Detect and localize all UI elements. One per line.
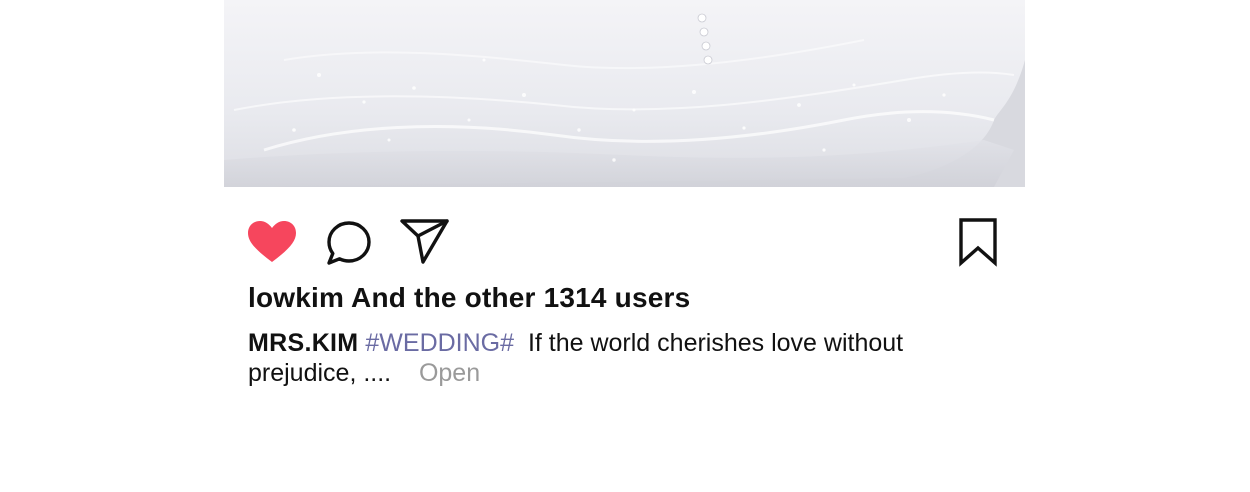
likes-summary[interactable]: lowkim And the other 1314 users bbox=[248, 282, 690, 314]
post-caption: MRS.KIM #WEDDING# If the world cherishes… bbox=[248, 328, 948, 388]
open-caption-link[interactable]: Open bbox=[419, 359, 480, 387]
wedding-dress-image bbox=[224, 0, 1025, 187]
post-card: lowkim And the other 1314 users MRS.KIM … bbox=[0, 0, 1250, 492]
comment-bubble-icon[interactable] bbox=[325, 219, 373, 269]
heart-icon[interactable] bbox=[246, 220, 298, 264]
post-photo[interactable] bbox=[224, 0, 1025, 187]
paper-plane-icon[interactable] bbox=[399, 217, 451, 265]
post-actions-bar bbox=[0, 214, 1250, 268]
caption-author[interactable]: MRS.KIM bbox=[248, 329, 358, 357]
caption-text-line2: prejudice, .... bbox=[248, 359, 392, 387]
caption-hashtag[interactable]: #WEDDING# bbox=[365, 329, 514, 357]
bookmark-icon[interactable] bbox=[957, 217, 999, 267]
caption-text-line1: If the world cherishes love without bbox=[527, 329, 904, 357]
